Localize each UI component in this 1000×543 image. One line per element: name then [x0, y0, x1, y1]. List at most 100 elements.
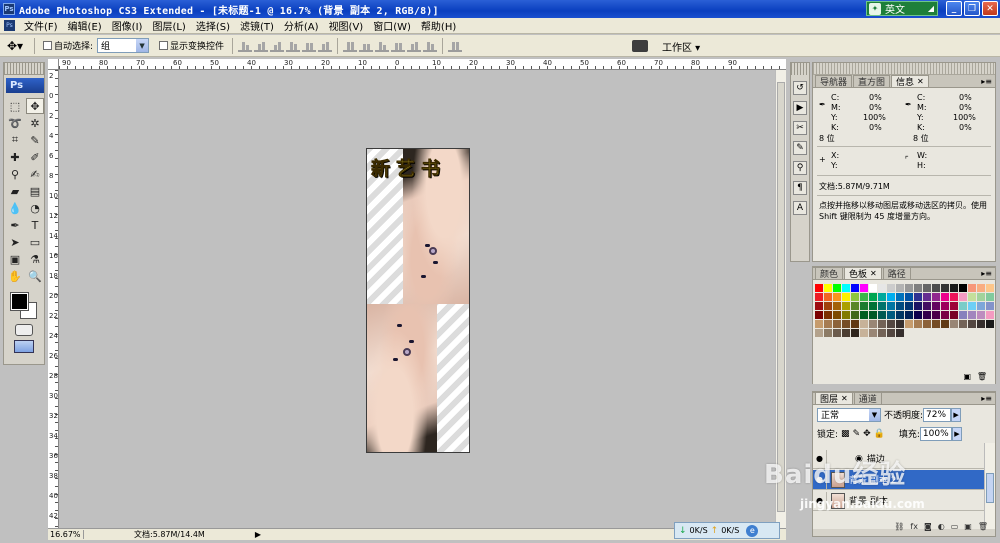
screen-mode-icon[interactable]	[14, 340, 34, 353]
lock-position-icon[interactable]: ✥	[863, 429, 871, 439]
swatch[interactable]	[941, 311, 949, 319]
swatch[interactable]	[869, 284, 877, 292]
swatch[interactable]	[896, 302, 904, 310]
notes-icon[interactable]: ▣	[6, 251, 24, 267]
swatch[interactable]	[887, 302, 895, 310]
trash-icon[interactable]: 🗑	[977, 372, 987, 381]
close-tab-icon[interactable]: ✕	[841, 394, 848, 403]
swatch[interactable]	[932, 302, 940, 310]
swatch[interactable]	[959, 311, 967, 319]
healing-brush-icon[interactable]: ✚	[6, 149, 24, 165]
swatch[interactable]	[860, 302, 868, 310]
tab-paths[interactable]: 路径	[882, 267, 911, 280]
swatch[interactable]	[896, 320, 904, 328]
slice-icon[interactable]: ✎	[26, 132, 44, 148]
new-group-icon[interactable]: ▭	[951, 522, 959, 531]
swatch[interactable]	[968, 302, 976, 310]
tab-navigator[interactable]: 导航器	[815, 75, 853, 88]
swatch[interactable]	[896, 284, 904, 292]
swatch[interactable]	[842, 293, 850, 301]
close-button[interactable]: ✕	[982, 1, 998, 16]
swatch[interactable]	[896, 329, 904, 337]
panel-menu-icon[interactable]: ▸≡	[981, 394, 992, 403]
swatch[interactable]	[932, 284, 940, 292]
swatch[interactable]	[914, 320, 922, 328]
swatch[interactable]	[833, 302, 841, 310]
swatch[interactable]	[977, 311, 985, 319]
show-transform-option[interactable]: 显示变换控件	[159, 39, 224, 52]
swatch[interactable]	[977, 320, 985, 328]
swatch[interactable]	[833, 284, 841, 292]
swatch[interactable]	[869, 293, 877, 301]
swatch[interactable]	[887, 293, 895, 301]
menu-help[interactable]: 帮助(H)	[416, 18, 461, 33]
adjustment-layer-icon[interactable]: ◐	[938, 522, 945, 531]
marquee-icon[interactable]: ⬚	[6, 98, 24, 114]
distribute-top-icon[interactable]	[343, 40, 358, 52]
align-left-icon[interactable]	[286, 40, 301, 52]
swatch[interactable]	[941, 284, 949, 292]
swatch[interactable]	[905, 311, 913, 319]
swatch[interactable]	[824, 284, 832, 292]
clone-source-icon[interactable]: ⚲	[793, 161, 807, 175]
swatch[interactable]	[842, 302, 850, 310]
dodge-icon[interactable]: ◔	[26, 200, 44, 216]
swatch[interactable]	[896, 311, 904, 319]
swatch[interactable]	[977, 284, 985, 292]
history-panel-icon[interactable]: ↺	[793, 81, 807, 95]
swatch[interactable]	[923, 284, 931, 292]
swatch[interactable]	[959, 302, 967, 310]
crop-icon[interactable]: ⌗	[6, 132, 24, 148]
tab-channels[interactable]: 通道	[853, 392, 882, 405]
trash-icon[interactable]: 🗑	[978, 522, 988, 531]
clone-stamp-icon[interactable]: ⚲	[6, 166, 24, 182]
magic-wand-icon[interactable]: ✲	[26, 115, 44, 131]
swatch[interactable]	[824, 293, 832, 301]
shape-icon[interactable]: ▭	[26, 234, 44, 250]
menu-window[interactable]: 窗口(W)	[368, 18, 416, 33]
menu-image[interactable]: 图像(I)	[107, 18, 148, 33]
minimize-button[interactable]: _	[946, 1, 962, 16]
dock-grip[interactable]	[791, 63, 809, 75]
eraser-icon[interactable]: ▰	[6, 183, 24, 199]
text-icon[interactable]: T	[26, 217, 44, 233]
document-canvas[interactable]: 新艺书	[366, 148, 470, 453]
swatch[interactable]	[923, 302, 931, 310]
swatch[interactable]	[824, 329, 832, 337]
blend-mode-dropdown[interactable]: 正常 ▼	[817, 407, 881, 422]
tab-color[interactable]: 颜色	[815, 267, 844, 280]
swatch[interactable]	[878, 293, 886, 301]
pen-icon[interactable]: ✒	[6, 217, 24, 233]
swatch[interactable]	[986, 284, 994, 292]
swatch[interactable]	[905, 320, 913, 328]
auto-align-icon[interactable]	[448, 40, 463, 52]
swatch[interactable]	[941, 302, 949, 310]
swatch[interactable]	[896, 293, 904, 301]
swatch[interactable]	[887, 311, 895, 319]
swatch[interactable]	[842, 311, 850, 319]
swatch[interactable]	[860, 329, 868, 337]
browser-icon[interactable]: e	[746, 524, 759, 537]
swatch[interactable]	[869, 302, 877, 310]
swatch[interactable]	[815, 311, 823, 319]
swatch[interactable]	[986, 302, 994, 310]
swatch[interactable]	[905, 293, 913, 301]
toolbox-ps-badge[interactable]: Ps	[6, 78, 44, 93]
swatch[interactable]	[878, 302, 886, 310]
swatch[interactable]	[860, 293, 868, 301]
distribute-right-icon[interactable]	[423, 40, 438, 52]
lasso-icon[interactable]: ➰	[6, 115, 24, 131]
swatch[interactable]	[959, 320, 967, 328]
swatch[interactable]	[860, 320, 868, 328]
distribute-bottom-icon[interactable]	[375, 40, 390, 52]
swatch[interactable]	[878, 284, 886, 292]
workspace-menu[interactable]: 工作区 ▾	[632, 35, 700, 57]
tool-presets-icon[interactable]: ✂	[793, 121, 807, 135]
swatch[interactable]	[878, 329, 886, 337]
ps-menu-icon[interactable]: Ps	[4, 20, 15, 31]
menu-file[interactable]: 文件(F)	[19, 18, 63, 33]
distribute-left-icon[interactable]	[391, 40, 406, 52]
menu-filter[interactable]: 滤镜(T)	[235, 18, 279, 33]
swatch[interactable]	[887, 284, 895, 292]
move-tool-preset-icon[interactable]: ✥▾	[0, 37, 30, 55]
